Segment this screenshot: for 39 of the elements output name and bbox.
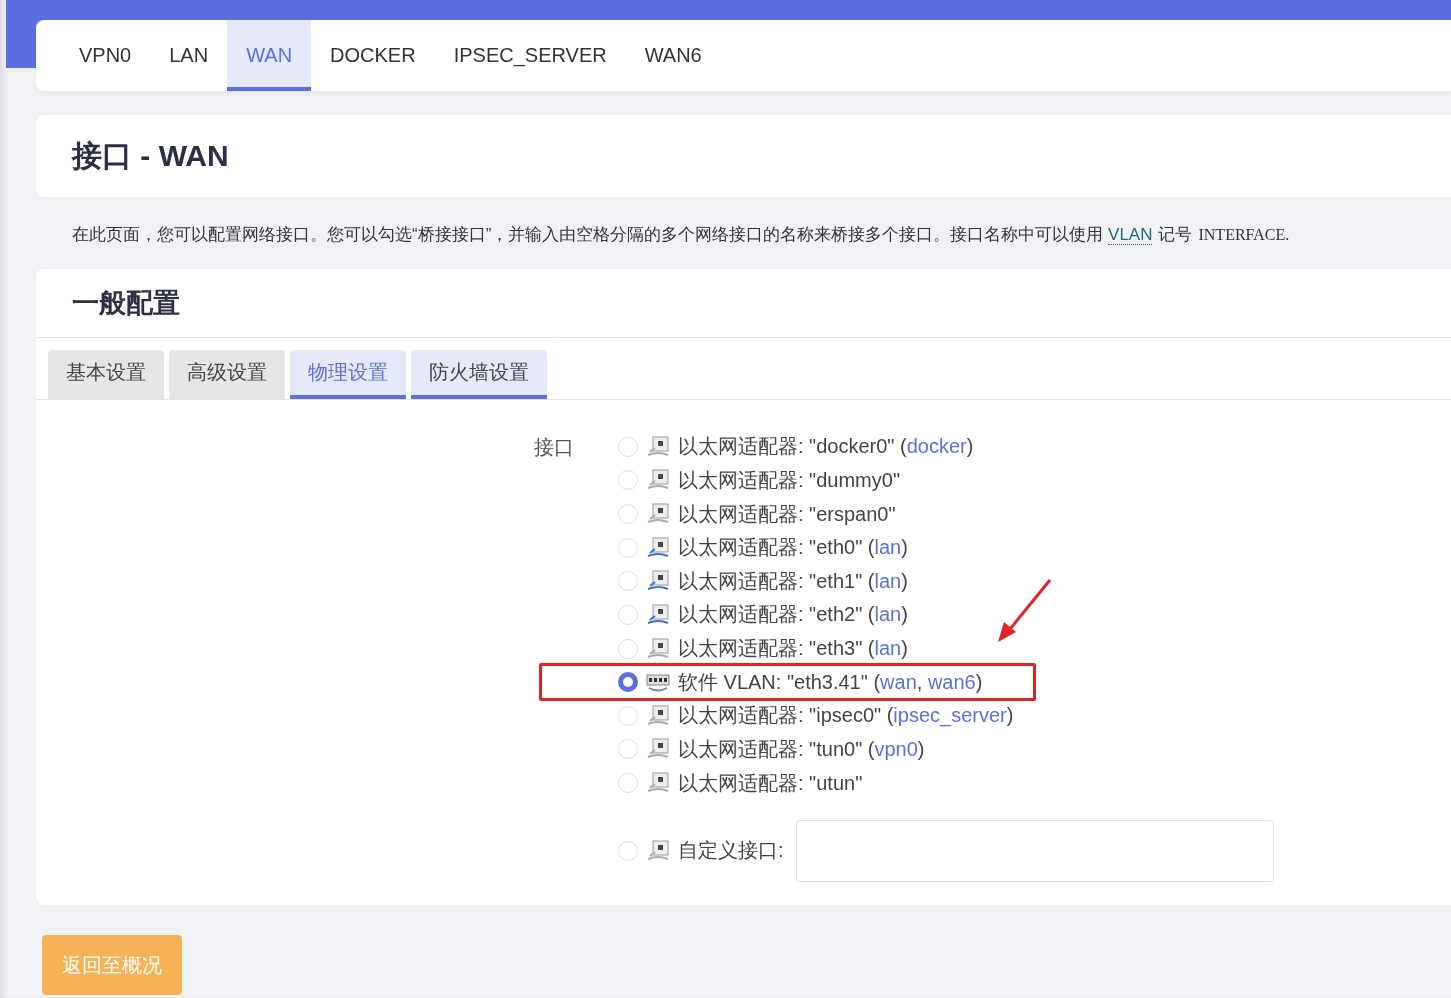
settings-tab[interactable]: 基本设置 [48,350,164,399]
interface-label: 软件 VLAN: "eth3.41" (wan, wan6) [678,669,983,695]
network-link[interactable]: lan [874,569,902,592]
annotation-arrow [996,578,1052,645]
interface-label: 以太网适配器: "utun" [678,770,863,796]
network-link[interactable]: wan [880,670,917,693]
settings-tab[interactable]: 高级设置 [169,350,285,399]
network-link[interactable]: lan [874,637,902,660]
interface-label: 以太网适配器: "dummy0" [678,467,900,493]
interface-label: 以太网适配器: "eth0" (lan) [678,535,908,561]
interface-label: 以太网适配器: "tun0" (vpn0) [678,736,925,762]
custom-interface-field[interactable] [795,819,1274,882]
network-link[interactable]: ipsec_server [893,704,1007,727]
network-link[interactable]: vpn0 [874,737,918,760]
interface-label: 以太网适配器: "eth1" (lan) [678,568,908,594]
interface-label: 自定义接口: [678,838,784,864]
interface-label: 以太网适配器: "erspan0" [678,501,896,527]
section-title: 一般配置 [36,269,1451,338]
settings-tab[interactable]: 物理设置 [290,350,406,399]
interface-tab[interactable]: WAN [227,20,312,91]
interface-label: 以太网适配器: "eth3" (lan) [678,636,908,662]
interface-tab[interactable]: LAN [150,20,228,91]
interface-label: 以太网适配器: "docker0" (docker) [678,434,974,460]
network-link[interactable]: docker [906,435,967,458]
network-link[interactable]: lan [874,536,902,559]
network-link[interactable]: lan [874,603,902,626]
interface-tab[interactable]: WAN6 [625,20,721,91]
field-label: 接口 [534,435,575,460]
settings-tab[interactable]: 防火墙设置 [411,350,547,399]
interface-tab[interactable]: DOCKER [311,20,435,91]
vlan-link[interactable]: VLAN [1108,225,1153,245]
radio-button[interactable] [618,672,638,693]
description-text: 在此页面，您可以配置网络接口。您可以勾选“桥接接口”，并输入由空格分隔的多个网络接口的名称来桥接多个接口。接口名称中可以使用 VLAN 记号 INTERFACE. [72,224,1291,247]
interface-label: 以太网适配器: "eth2" (lan) [678,602,908,628]
interface-label: 以太网适配器: "ipsec0" (ipsec_server) [678,703,1014,729]
page-title: 接口 - WAN [72,137,229,174]
interface-tab[interactable]: IPSEC_SERVER [434,20,626,91]
interface-tab[interactable]: VPN0 [60,20,151,91]
network-link[interactable]: wan6 [927,670,976,693]
